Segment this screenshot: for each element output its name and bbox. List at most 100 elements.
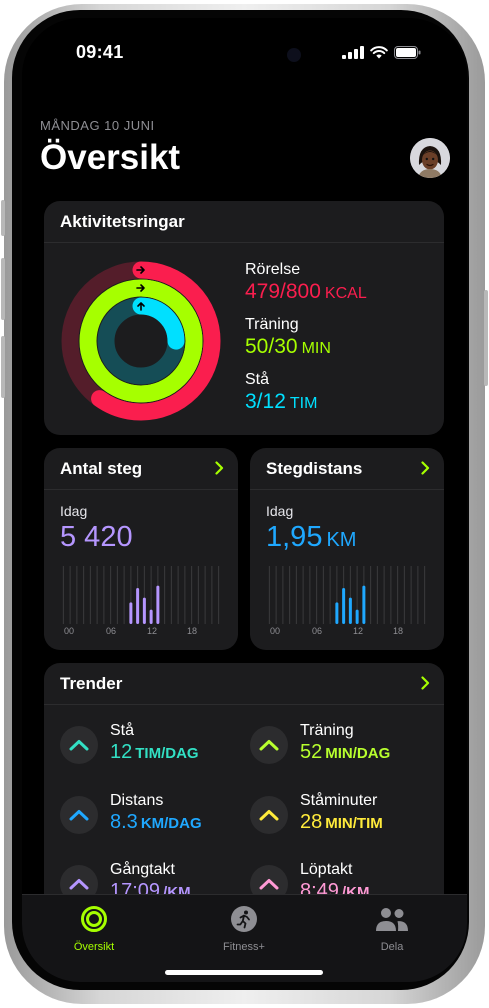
steps-bar (149, 609, 153, 624)
activity-rings-chart (61, 261, 221, 421)
steps-bar (136, 588, 140, 624)
trend-stand-minutes-unit: MIN/TIM (325, 815, 383, 832)
steps-hourly-chart (62, 566, 220, 624)
steps-chart-grid (62, 566, 220, 624)
distance-chart-grid (268, 566, 426, 624)
distance-card-header: Stegdistans (250, 448, 444, 490)
chevron-up-icon (259, 810, 279, 821)
move-value: 479/800 (245, 280, 321, 303)
steps-card[interactable]: Antal steg Idag 5 420 00 06 12 18 (44, 448, 238, 650)
steps-bar (142, 597, 146, 624)
distance-tick-18: 18 (393, 626, 404, 636)
exercise-label: Träning (245, 316, 299, 333)
trend-exercise-unit: MIN/DAG (325, 745, 391, 762)
trend-exercise-value-line: 52 MIN/DAG (300, 741, 390, 764)
trend-item-distance[interactable]: Distans 8.3 KM/DAG (60, 792, 260, 848)
chevron-up-icon (259, 740, 279, 751)
people-icon (376, 908, 408, 931)
battery-icon (394, 46, 421, 59)
trend-stand-minutes-value: 28 (300, 811, 323, 833)
trend-stand-value: 12 (110, 741, 133, 763)
exercise-value: 50/30 (245, 335, 298, 358)
steps-value: 5 420 (60, 521, 133, 553)
trends-card-header: Trender (44, 663, 444, 705)
trend-item-stand-minutes[interactable]: Ståminuter 28 MIN/TIM (250, 792, 444, 848)
distance-value-line: 1,95 KM (266, 521, 356, 554)
activity-rings-card-header: Aktivitetsringar (44, 201, 444, 243)
steps-bar (129, 602, 133, 624)
steps-today-label: Idag (60, 503, 88, 519)
trend-stand-minutes-circle (250, 796, 288, 834)
tab-overview-label: Översikt (73, 941, 115, 953)
chevron-up-icon (69, 740, 89, 751)
trend-running-pace-label: Löptakt (300, 861, 353, 878)
trend-walking-pace-label: Gångtakt (110, 861, 175, 878)
action-button (1, 200, 5, 236)
trend-item-stand[interactable]: Stå 12 TIM/DAG (60, 722, 260, 778)
home-indicator[interactable] (165, 970, 323, 975)
distance-bar (335, 602, 339, 624)
stand-label: Stå (245, 371, 270, 388)
trend-exercise-label: Träning (300, 722, 354, 739)
trend-exercise-circle (250, 726, 288, 764)
status-time: 09:41 (76, 42, 124, 62)
distance-card-title: Stegdistans (266, 459, 363, 478)
tab-overview[interactable]: Översikt (34, 905, 154, 953)
distance-value: 1,95 (266, 521, 323, 553)
steps-tick-06: 06 (106, 626, 117, 636)
exercise-value-line: 50/30 MIN (245, 335, 331, 359)
steps-tick-18: 18 (187, 626, 198, 636)
wifi-icon (370, 46, 388, 59)
front-camera (287, 48, 301, 62)
profile-avatar[interactable] (410, 138, 450, 178)
distance-bar (348, 597, 352, 624)
tab-bar: Översikt Fitness+ Dela (22, 894, 467, 982)
cellular-signal-icon (342, 46, 364, 59)
steps-bar (156, 585, 160, 624)
chevron-up-icon (69, 879, 89, 890)
tab-sharing[interactable]: Dela (332, 905, 452, 953)
trend-distance-value-line: 8.3 KM/DAG (110, 811, 202, 834)
move-value-line: 479/800 KCAL (245, 280, 367, 304)
trend-stand-minutes-value-line: 28 MIN/TIM (300, 811, 383, 834)
status-bar: 09:41 (22, 18, 467, 78)
exercise-legend: Träning 50/30 MIN (245, 316, 331, 359)
activity-rings-card-title: Aktivitetsringar (60, 212, 185, 231)
trends-card[interactable]: Trender Stå 12 TIM/DAG Träning 52 MIN/DAG … (44, 663, 444, 923)
trends-card-title: Trender (60, 674, 123, 693)
volume-up-button (1, 258, 5, 320)
status-icons (342, 46, 421, 59)
screen: 09:41 MÅNDAG 10 JUNI Översikt Aktivitets… (22, 18, 467, 982)
steps-card-title: Antal steg (60, 459, 143, 478)
steps-tick-00: 00 (64, 626, 75, 636)
volume-down-button (1, 336, 5, 398)
distance-tick-06: 06 (312, 626, 323, 636)
distance-bar (362, 585, 366, 624)
chevron-right-icon (421, 676, 430, 690)
tab-fitness-plus[interactable]: Fitness+ (184, 905, 304, 953)
trend-stand-value-line: 12 TIM/DAG (110, 741, 199, 764)
power-button (484, 290, 488, 386)
page-title: Översikt (40, 138, 181, 177)
move-label: Rörelse (245, 261, 301, 278)
trend-item-exercise[interactable]: Träning 52 MIN/DAG (250, 722, 444, 778)
activity-rings-card[interactable]: Aktivitetsringar Rörelse 479/800 KCAL Trä… (44, 201, 444, 435)
exercise-unit: MIN (301, 340, 331, 357)
steps-card-header: Antal steg (44, 448, 238, 490)
trend-stand-circle (60, 726, 98, 764)
chevron-up-icon (259, 879, 279, 890)
chevron-right-icon (215, 461, 224, 475)
trend-stand-label: Stå (110, 722, 135, 739)
move-unit: KCAL (324, 285, 367, 302)
tab-sharing-label: Dela (380, 941, 404, 953)
chevron-up-icon (69, 810, 89, 821)
steps-tick-12: 12 (147, 626, 158, 636)
stand-value: 3/12 (245, 390, 286, 413)
trend-distance-unit: KM/DAG (140, 815, 202, 832)
distance-card[interactable]: Stegdistans Idag 1,95 KM 00 06 12 18 (250, 448, 444, 650)
tab-fitness-plus-label: Fitness+ (223, 941, 265, 953)
stand-legend: Stå 3/12 TIM (245, 371, 317, 414)
distance-unit: KM (326, 529, 357, 551)
stand-value-line: 3/12 TIM (245, 390, 317, 414)
date-label: MÅNDAG 10 JUNI (40, 118, 155, 133)
